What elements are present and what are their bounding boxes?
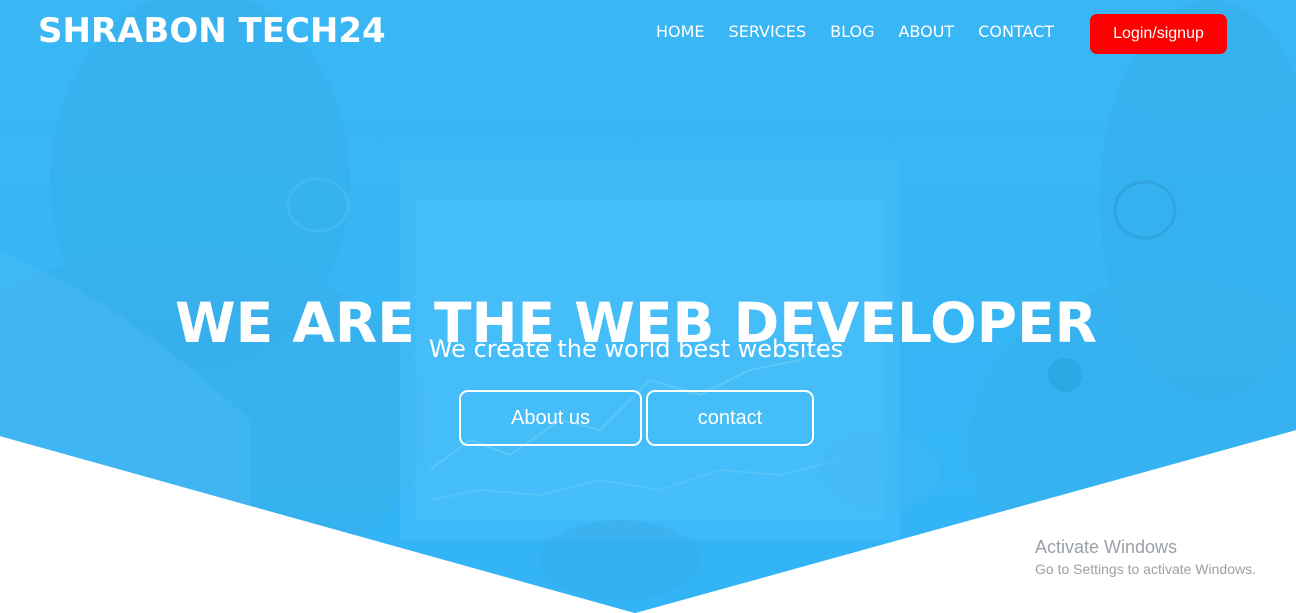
nav-item-services[interactable]: SERVICES <box>729 22 807 41</box>
nav-item-blog[interactable]: BLOG <box>830 22 874 41</box>
main-nav: HOME SERVICES BLOG ABOUT CONTACT <box>656 22 1078 41</box>
login-signup-button[interactable]: Login/signup <box>1090 14 1227 54</box>
brand-logo[interactable]: SHRABON TECH24 <box>38 11 386 51</box>
watermark-subtitle: Go to Settings to activate Windows. <box>1035 561 1256 577</box>
windows-activation-watermark: Activate Windows Go to Settings to activ… <box>1035 537 1256 577</box>
watermark-title: Activate Windows <box>1035 537 1178 557</box>
nav-item-home[interactable]: HOME <box>656 22 705 41</box>
nav-item-contact[interactable]: CONTACT <box>978 22 1054 41</box>
contact-button[interactable]: contact <box>646 390 814 446</box>
hero-subline: We create the world best websites <box>428 335 844 363</box>
nav-item-about[interactable]: ABOUT <box>898 22 954 41</box>
about-us-button[interactable]: About us <box>459 390 642 446</box>
